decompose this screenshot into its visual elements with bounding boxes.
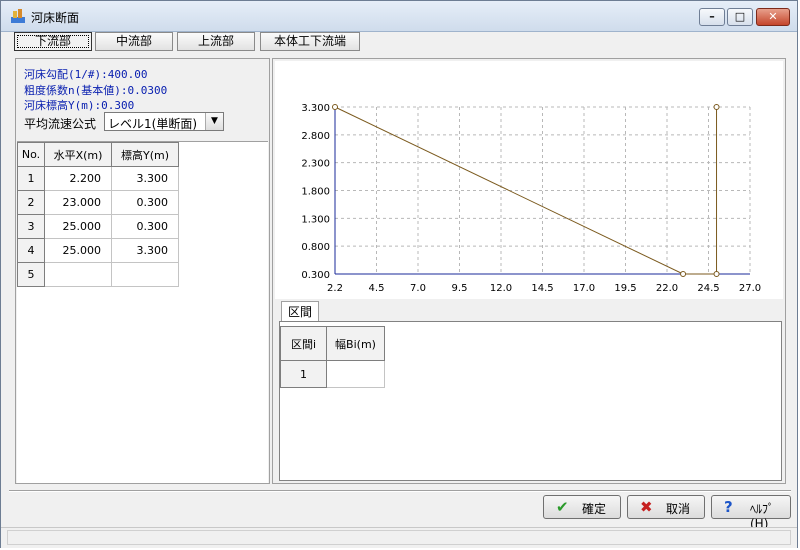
x-tick-label: 19.5 [614,283,636,294]
main-window: 河床断面 – □ ✕ 下流部 中流部 上流部 本体工下流端 河床勾配(1/#):… [0,0,798,548]
close-icon: ✕ [768,10,778,23]
x-tick-label: 22.0 [656,283,678,294]
x-tick-label: 14.5 [531,283,553,294]
question-icon: ? [724,498,733,516]
status-bar [1,527,797,548]
column-header-y: 標高Y(m) [111,142,179,167]
close-button[interactable]: ✕ [756,8,790,26]
status-field [7,530,791,545]
tab-structure-end[interactable]: 本体工下流端 [260,32,360,51]
column-header-no: No. [17,142,45,167]
x-tick-label: 17.0 [573,283,595,294]
cancel-label: 取消 [666,502,691,516]
title-bar: 河床断面 – □ ✕ [1,1,797,32]
minimize-icon: – [709,10,715,23]
help-button[interactable]: ? ﾍﾙﾌﾟ(H) [711,495,791,531]
x-tick-label: 27.0 [739,283,761,294]
table-row: 3 25.000 0.300 [17,214,179,239]
x-cell[interactable] [44,262,112,287]
chevron-down-icon[interactable]: ▼ [205,113,223,130]
data-point [713,104,720,110]
tab-downstream[interactable]: 下流部 [14,32,92,51]
table-row: 5 [17,262,179,287]
data-point [680,271,687,277]
x-tick-label: 12.0 [490,283,512,294]
confirm-button[interactable]: ✔ 確定 [543,495,621,519]
column-header-section: 区間i [280,326,327,361]
y-tick-label: 3.300 [301,103,330,114]
x-tick-label: 4.5 [369,283,385,294]
section-number[interactable]: 1 [280,360,327,388]
cross-section-chart: 2.2 4.5 7.0 9.5 12.0 14.5 17.0 19.5 22.0 24.5 27.0… [275,61,783,299]
chart-svg: 2.2 4.5 7.0 9.5 12.0 14.5 17.0 19.5 22.0 24.5 27.0… [301,103,761,294]
cancel-button[interactable]: ✖ 取消 [627,495,705,519]
column-header-x: 水平X(m) [44,142,112,167]
y-tick-label: 2.800 [301,131,330,142]
input-panel: 河床勾配(1/#):400.00 粗度係数n(基本値):0.0300 河床標高Y… [15,58,270,484]
y-tick-label: 2.300 [301,159,330,170]
width-cell[interactable] [326,360,385,388]
gradient-label: 河床勾配(1/#):400.00 [24,68,148,81]
formula-label: 平均流速公式 [24,117,97,131]
row-number[interactable]: 4 [17,238,45,263]
x-tick-label: 2.2 [327,283,343,294]
y-tick-label: 1.800 [301,187,330,198]
divider [9,490,791,492]
chart-panel: 2.2 4.5 7.0 9.5 12.0 14.5 17.0 19.5 22.0 24.5 27.0… [272,58,786,484]
data-point [713,271,720,277]
maximize-icon: □ [734,10,746,23]
y-cell[interactable]: 0.300 [111,214,179,239]
row-number[interactable]: 3 [17,214,45,239]
table-row: 1 2.200 3.300 [17,166,179,191]
x-tick-label: 9.5 [452,283,468,294]
y-cell[interactable]: 3.300 [111,238,179,263]
formula-select[interactable]: レベル1(単断面) ▼ [104,112,224,131]
y-tick-label: 0.800 [301,242,330,253]
tab-section[interactable]: 区間 [281,301,319,321]
roughness-label: 粗度係数n(基本値):0.0300 [24,84,168,97]
x-cell[interactable]: 23.000 [44,190,112,215]
y-cell[interactable]: 0.300 [111,190,179,215]
row-number[interactable]: 2 [17,190,45,215]
table-row: 1 [280,360,385,388]
x-cell[interactable]: 2.200 [44,166,112,191]
coordinates-grid: No. 水平X(m) 標高Y(m) 1 2.200 3.300 2 23.000… [17,141,268,483]
table-row: 4 25.000 3.300 [17,238,179,263]
tab-midstream[interactable]: 中流部 [95,32,173,51]
x-tick-label: 24.5 [697,283,719,294]
row-number[interactable]: 5 [17,262,45,287]
tab-upstream[interactable]: 上流部 [177,32,255,51]
formula-select-value: レベル1(単断面) [108,117,197,131]
minimize-button[interactable]: – [699,8,725,26]
table-row: 2 23.000 0.300 [17,190,179,215]
row-number[interactable]: 1 [17,166,45,191]
x-cell[interactable]: 25.000 [44,214,112,239]
y-tick-label: 0.300 [301,270,330,281]
check-icon: ✔ [556,498,569,516]
section-table-area: 区間i 幅Bi(m) 1 [279,321,782,481]
y-tick-label: 1.300 [301,214,330,225]
column-header-width: 幅Bi(m) [326,326,385,361]
y-cell[interactable]: 3.300 [111,166,179,191]
y-cell[interactable] [111,262,179,287]
x-tick-label: 7.0 [410,283,426,294]
confirm-label: 確定 [582,502,607,516]
bed-elevation-label: 河床標高Y(m):0.300 [24,99,135,112]
x-icon: ✖ [640,498,653,516]
window-title: 河床断面 [31,11,80,25]
app-icon [11,9,25,23]
x-cell[interactable]: 25.000 [44,238,112,263]
data-point [332,104,338,110]
maximize-button[interactable]: □ [727,8,753,26]
